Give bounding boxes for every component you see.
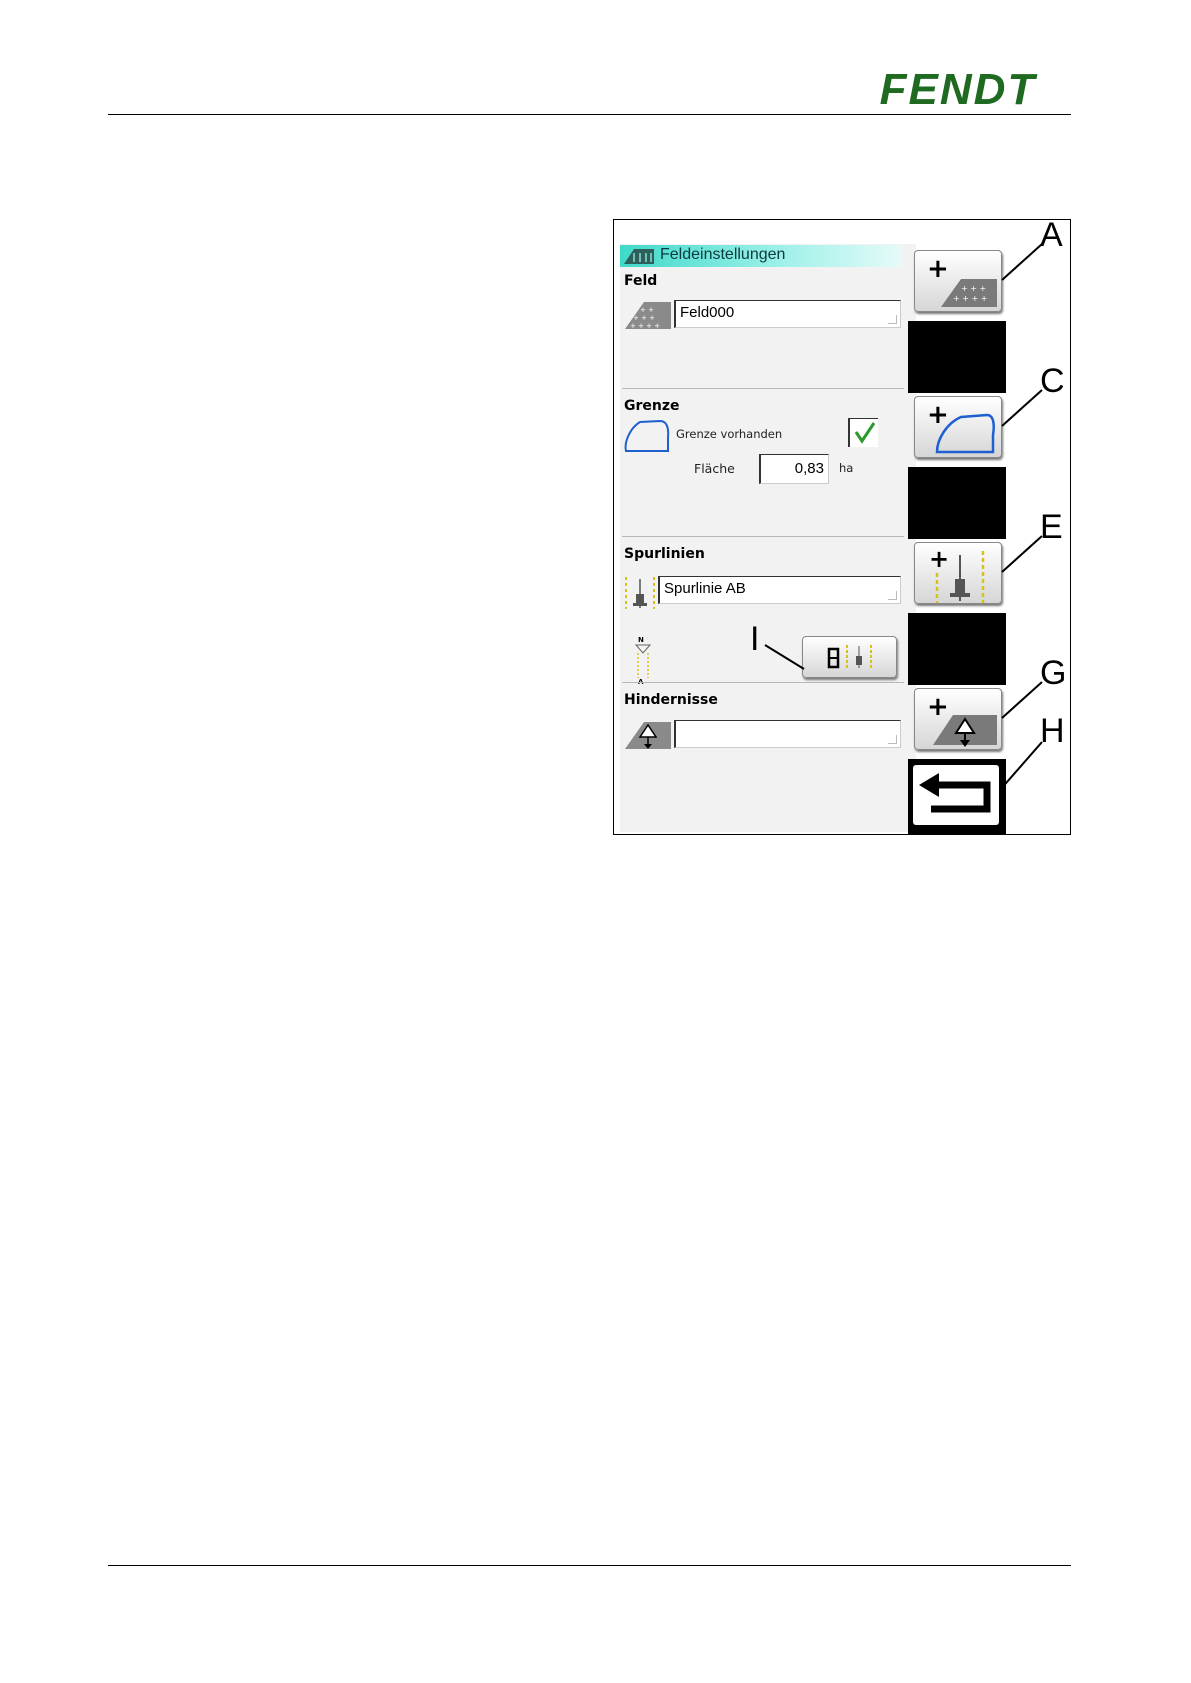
header-rule [108, 114, 1071, 115]
logo-text: FENDT [880, 68, 1038, 110]
callout-leaders [999, 243, 1043, 791]
fendt-logo: FENDT [880, 68, 1038, 110]
footer-rule [108, 1565, 1071, 1566]
terminal-screenshot: Feldeinstellungen Feld + + + + + + + + + F… [613, 218, 1071, 835]
